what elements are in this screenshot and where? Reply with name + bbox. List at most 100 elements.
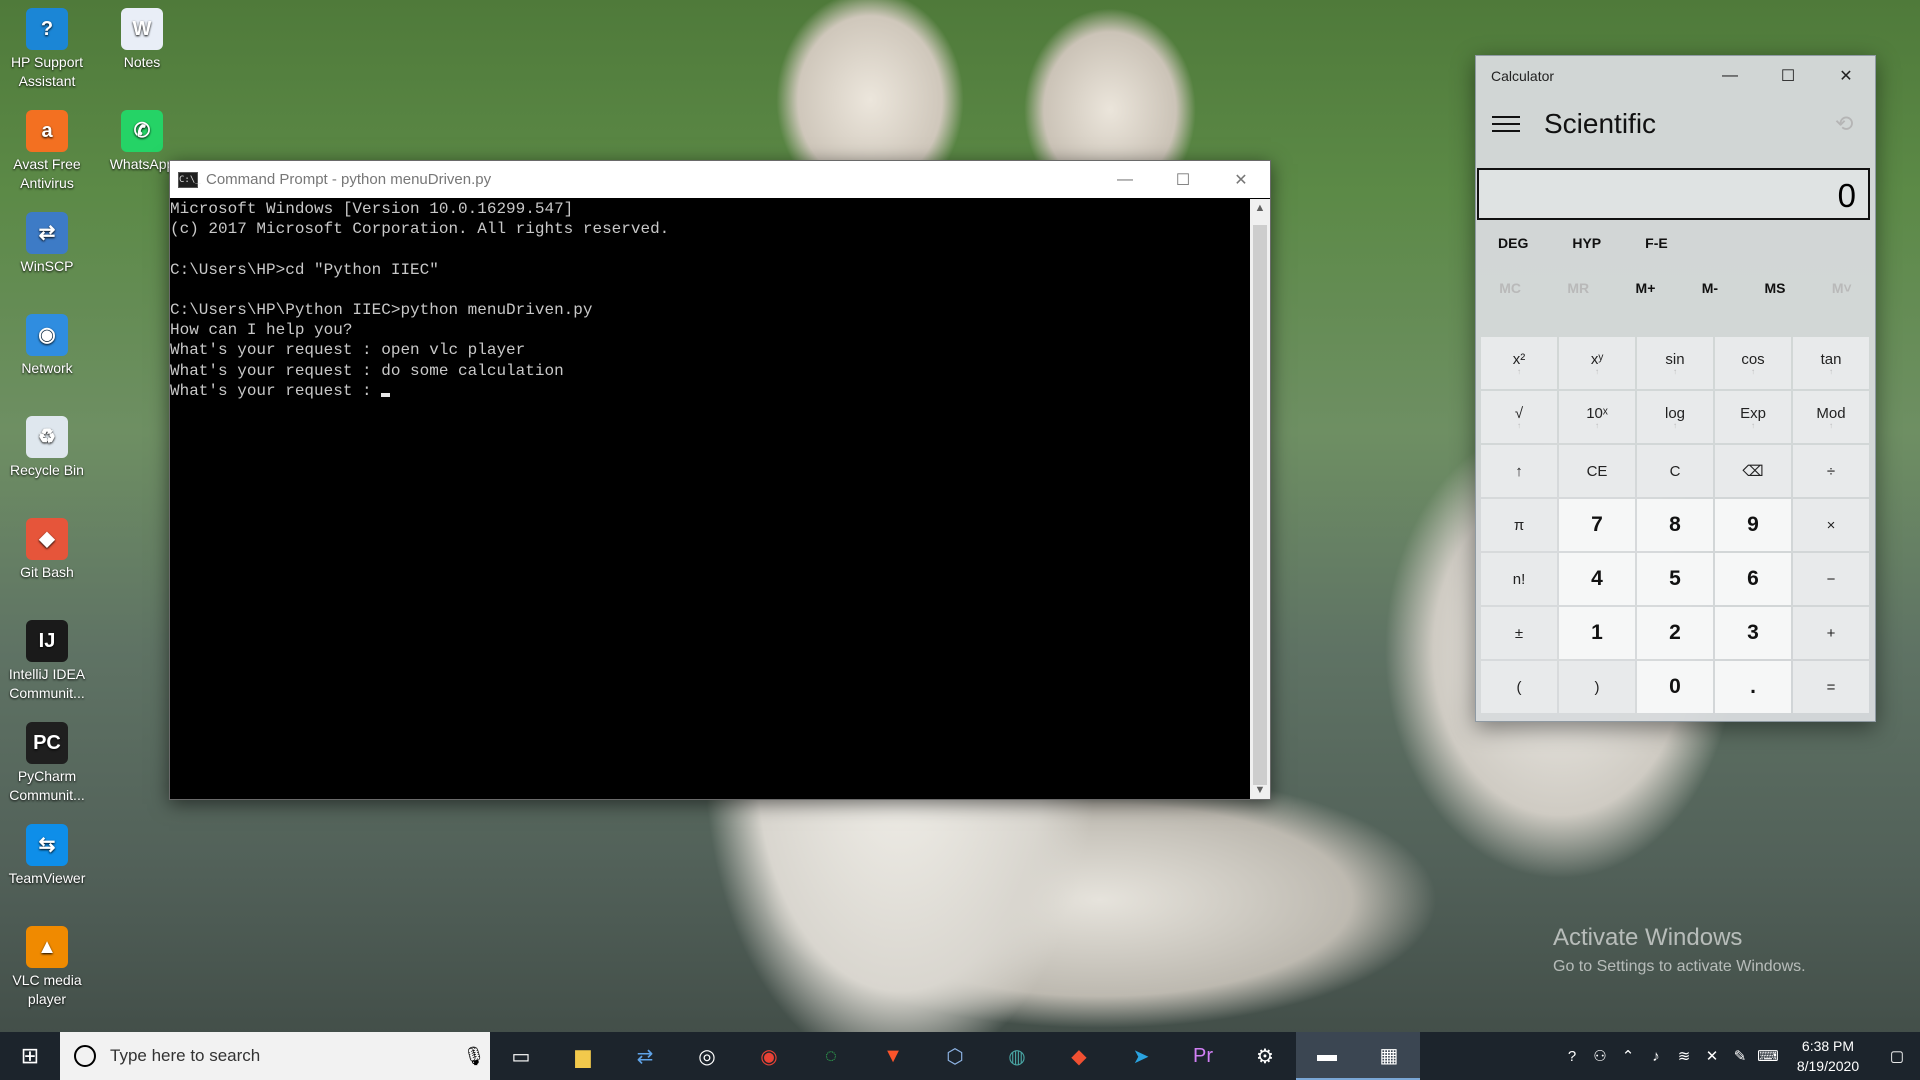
calc-key[interactable]: ⌫ — [1715, 445, 1791, 497]
calc-key[interactable]: ( — [1481, 661, 1557, 713]
chrome-icon[interactable]: ◉ — [738, 1032, 800, 1080]
scrollbar-thumb[interactable] — [1253, 225, 1267, 785]
scroll-up-arrow-icon[interactable]: ▲ — [1250, 199, 1270, 217]
history-icon[interactable]: ⟲ — [1835, 111, 1875, 137]
calc-key[interactable]: 6 — [1715, 553, 1791, 605]
calc-key[interactable]: 9 — [1715, 499, 1791, 551]
memory-button[interactable]: M- — [1702, 280, 1718, 296]
wifi-icon[interactable]: ≋ — [1670, 1047, 1698, 1065]
calc-key[interactable]: + — [1793, 607, 1869, 659]
calc-key[interactable]: Exp ↑ — [1715, 391, 1791, 443]
help-icon[interactable]: ? — [1558, 1048, 1586, 1065]
calc-key[interactable]: n! — [1481, 553, 1557, 605]
keyboard-icon[interactable]: ⌨ — [1754, 1047, 1782, 1065]
winscp-icon[interactable]: ⇄ — [614, 1032, 676, 1080]
angle-button[interactable]: DEG — [1498, 235, 1528, 251]
calc-key[interactable]: × — [1793, 499, 1869, 551]
calc-close-button[interactable]: ✕ — [1817, 56, 1875, 96]
memory-button[interactable]: M˅ — [1832, 280, 1852, 296]
desktop-icon[interactable]: ⇄ WinSCP — [7, 212, 87, 276]
calc-key[interactable]: ↑ — [1481, 445, 1557, 497]
calc-key[interactable]: ) — [1559, 661, 1635, 713]
desktop-icon[interactable]: ? HP Support Assistant — [7, 8, 87, 91]
calculator-window[interactable]: Calculator — ☐ ✕ Scientific ⟲ 0 DEG HYP F-… — [1475, 55, 1876, 722]
calc-key[interactable]: π — [1481, 499, 1557, 551]
calc-key[interactable]: log ↑ — [1637, 391, 1713, 443]
desktop-icon[interactable]: ⇆ TeamViewer — [7, 824, 87, 888]
cmd-titlebar[interactable]: C:\_ Command Prompt - python menuDriven.… — [170, 161, 1270, 198]
volume-icon[interactable]: ♪ — [1642, 1048, 1670, 1065]
desktop-icon[interactable]: a Avast Free Antivirus — [7, 110, 87, 193]
microphone-icon[interactable]: 🎙 — [458, 1046, 490, 1067]
notification-icon[interactable]: ▢ — [1874, 1047, 1920, 1065]
calc-key[interactable]: C — [1637, 445, 1713, 497]
calc-key[interactable]: 10ˣ ↑ — [1559, 391, 1635, 443]
calc-key[interactable]: x² ↑ — [1481, 337, 1557, 389]
desktop-icon[interactable]: ▲ VLC media player — [7, 926, 87, 1009]
calc-key[interactable]: cos ↑ — [1715, 337, 1791, 389]
show-hidden-icons-icon[interactable]: ⌃ — [1614, 1047, 1642, 1065]
start-button[interactable]: ⊞ — [0, 1032, 60, 1080]
calc-key[interactable]: CE — [1559, 445, 1635, 497]
calc-key[interactable]: 3 — [1715, 607, 1791, 659]
desktop-icon[interactable]: ◉ Network — [7, 314, 87, 378]
calc-key[interactable]: 7 — [1559, 499, 1635, 551]
hamburger-menu-icon[interactable] — [1492, 111, 1520, 137]
memory-button[interactable]: M+ — [1636, 280, 1656, 296]
calc-key[interactable]: 5 — [1637, 553, 1713, 605]
calc-key[interactable]: − — [1793, 553, 1869, 605]
taskbar-search-box[interactable]: Type here to search 🎙 — [60, 1032, 490, 1080]
calculator-icon[interactable]: ▦ — [1358, 1032, 1420, 1080]
desktop-icon[interactable]: W Notes — [102, 8, 182, 72]
gitkraken-icon[interactable]: ◍ — [986, 1032, 1048, 1080]
git-icon[interactable]: ◆ — [1048, 1032, 1110, 1080]
calc-key[interactable]: 1 — [1559, 607, 1635, 659]
desktop-icon[interactable]: IJ IntelliJ IDEA Communit... — [7, 620, 87, 703]
file-explorer-icon[interactable]: ▆ — [552, 1032, 614, 1080]
cmd-scrollbar[interactable]: ▲ ▼ — [1250, 199, 1270, 799]
calc-key[interactable]: ± — [1481, 607, 1557, 659]
calc-key[interactable]: = — [1793, 661, 1869, 713]
memory-button[interactable]: MC — [1499, 280, 1521, 296]
calc-key[interactable]: 4 — [1559, 553, 1635, 605]
task-view-icon[interactable]: ▭ — [490, 1032, 552, 1080]
scroll-down-arrow-icon[interactable]: ▼ — [1250, 781, 1270, 799]
premiere-pro-icon[interactable]: Pr — [1172, 1032, 1234, 1080]
people-icon[interactable]: ⚇ — [1586, 1047, 1614, 1065]
pen-icon[interactable]: ✎ — [1726, 1047, 1754, 1065]
cmd-minimize-button[interactable]: — — [1096, 161, 1154, 198]
angle-button[interactable]: F-E — [1645, 235, 1668, 251]
desktop-icon[interactable]: ♻ Recycle Bin — [7, 416, 87, 480]
language-icon[interactable]: ✕ — [1698, 1047, 1726, 1065]
calc-maximize-button[interactable]: ☐ — [1759, 56, 1817, 96]
memory-button[interactable]: MR — [1567, 280, 1589, 296]
brave-icon[interactable]: ▼ — [862, 1032, 924, 1080]
desktop-icon[interactable]: PC PyCharm Communit... — [7, 722, 87, 805]
calc-minimize-button[interactable]: — — [1701, 56, 1759, 96]
settings-icon[interactable]: ⚙ — [1234, 1032, 1296, 1080]
angle-button[interactable]: HYP — [1572, 235, 1601, 251]
calculator-titlebar[interactable]: Calculator — ☐ ✕ — [1476, 56, 1875, 96]
memory-button[interactable]: MS — [1764, 280, 1785, 296]
virtualbox-icon[interactable]: ⬡ — [924, 1032, 986, 1080]
calc-key[interactable]: Mod ↑ — [1793, 391, 1869, 443]
calc-key[interactable]: ÷ — [1793, 445, 1869, 497]
calc-key[interactable]: sin ↑ — [1637, 337, 1713, 389]
groove-icon[interactable]: ◎ — [676, 1032, 738, 1080]
calc-key[interactable]: xʸ ↑ — [1559, 337, 1635, 389]
calc-key[interactable]: . — [1715, 661, 1791, 713]
calc-key[interactable]: tan ↑ — [1793, 337, 1869, 389]
console-output[interactable]: Microsoft Windows [Version 10.0.16299.54… — [170, 199, 1250, 799]
clock[interactable]: 6:38 PM 8/19/2020 — [1782, 1036, 1874, 1076]
calc-key[interactable]: 2 — [1637, 607, 1713, 659]
calc-key[interactable]: 0 — [1637, 661, 1713, 713]
loader-icon[interactable]: ◌ — [800, 1032, 862, 1080]
cmd-close-button[interactable]: ✕ — [1212, 161, 1270, 198]
desktop-icon[interactable]: ◆ Git Bash — [7, 518, 87, 582]
command-prompt-window[interactable]: C:\_ Command Prompt - python menuDriven.… — [169, 160, 1271, 800]
calc-key[interactable]: 8 — [1637, 499, 1713, 551]
cmd-maximize-button[interactable]: ☐ — [1154, 161, 1212, 198]
telegram-icon[interactable]: ➤ — [1110, 1032, 1172, 1080]
command-prompt-icon[interactable]: ▬ — [1296, 1032, 1358, 1080]
calc-key[interactable]: √ ↑ — [1481, 391, 1557, 443]
